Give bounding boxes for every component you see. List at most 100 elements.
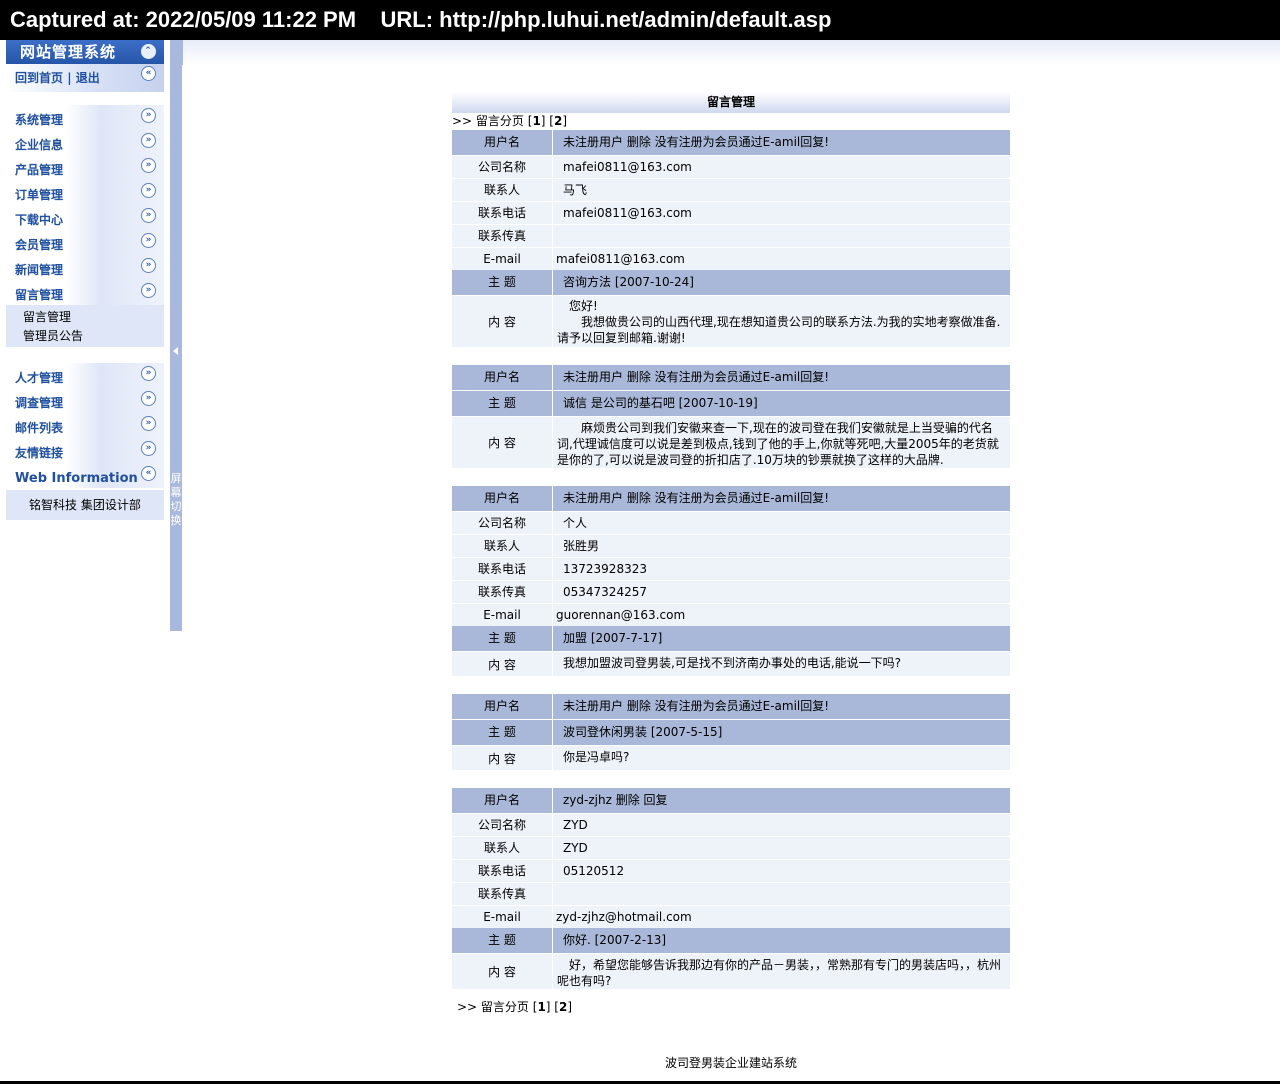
- phone-value: mafei0811@163.com: [552, 202, 1010, 224]
- table-row: 用户名 未注册用户 删除 没有注册为会员通过E-amil回复!: [452, 130, 1010, 155]
- email-value[interactable]: guorennan@163.com: [552, 604, 1010, 626]
- message-block: 用户名 未注册用户 删除 没有注册为会员通过E-amil回复! 公司名称 个人 联系…: [452, 486, 1010, 676]
- sidebar-item-messages[interactable]: 留言管理 »: [6, 280, 164, 305]
- content-label: 内 容: [488, 315, 516, 329]
- user-actions[interactable]: zyd-zjhz 删除 回复: [552, 788, 1010, 813]
- double-chevron-down-icon[interactable]: »: [141, 416, 156, 431]
- sidebar-item-talent[interactable]: 人才管理 »: [6, 363, 164, 388]
- double-chevron-left-icon[interactable]: «: [141, 66, 156, 81]
- content-label: 内 容: [488, 657, 516, 672]
- top-banner: [182, 40, 1280, 65]
- sidebar-item-friend-links[interactable]: 友情链接 »: [6, 438, 164, 463]
- double-chevron-up-icon[interactable]: «: [141, 466, 156, 481]
- table-row: 主 题 波司登休闲男装 [2007-5-15]: [452, 719, 1010, 745]
- sidebar-item-downloads[interactable]: 下载中心 »: [6, 205, 164, 230]
- double-chevron-down-icon[interactable]: »: [141, 233, 156, 248]
- double-chevron-down-icon[interactable]: »: [141, 441, 156, 456]
- sidebar-item-mail-list[interactable]: 邮件列表 »: [6, 413, 164, 438]
- system-title: 网站管理系统: [20, 43, 117, 61]
- double-chevron-down-icon[interactable]: »: [141, 208, 156, 223]
- contact-label: 联系人: [483, 539, 520, 553]
- web-information-panel: 铭智科技 集团设计部: [6, 490, 164, 520]
- double-chevron-down-icon[interactable]: »: [141, 391, 156, 406]
- fax-label: 联系传真: [477, 585, 526, 599]
- content-value: 您好! 我想做贵公司的山西代理,现在想知道贵公司的联系方法.为我的实地考察做准备…: [552, 296, 1010, 347]
- table-row: E-mail mafei0811@163.com: [452, 247, 1010, 270]
- screen-toggle-splitter[interactable]: 屏幕切换: [170, 40, 182, 631]
- double-chevron-down-icon[interactable]: »: [141, 158, 156, 173]
- fax-value: 05347324257: [552, 581, 1010, 603]
- double-chevron-down-icon[interactable]: »: [141, 183, 156, 198]
- company-label: 公司名称: [477, 160, 526, 174]
- fax-label: 联系传真: [477, 887, 526, 901]
- double-chevron-down-icon[interactable]: »: [141, 108, 156, 123]
- table-row: 用户名 未注册用户 删除 没有注册为会员通过E-amil回复!: [452, 694, 1010, 719]
- sidebar-item-orders[interactable]: 订单管理 »: [6, 180, 164, 205]
- subject-label: 主 题: [488, 631, 516, 645]
- screen-toggle-label: 屏幕切换: [170, 472, 182, 527]
- subject-value: 你好. [2007-2-13]: [552, 928, 1010, 953]
- sidebar-item-news[interactable]: 新闻管理 »: [6, 255, 164, 280]
- collapse-all-icon[interactable]: ⌃: [141, 44, 156, 59]
- table-row: 联系人 马飞: [452, 178, 1010, 201]
- table-row: 用户名 zyd-zjhz 删除 回复: [452, 788, 1010, 813]
- sidebar-item-products[interactable]: 产品管理 »: [6, 155, 164, 180]
- sidebar-header: 网站管理系统 ⌃: [6, 40, 164, 64]
- sidebar-quick-links: 回到首页 | 退出 «: [6, 64, 164, 92]
- phone-label: 联系电话: [477, 562, 526, 576]
- table-row: 公司名称 个人: [452, 511, 1010, 534]
- company-value: 个人: [552, 512, 1010, 534]
- user-actions[interactable]: 未注册用户 删除 没有注册为会员通过E-amil回复!: [552, 694, 1010, 719]
- sidebar-item-label: 企业信息: [15, 138, 64, 152]
- page-link[interactable]: 2: [559, 1000, 567, 1014]
- sidebar-item-label: Web Information: [15, 471, 138, 486]
- email-value[interactable]: zyd-zjhz@hotmail.com: [552, 906, 1010, 928]
- table-row: 联系传真 05347324257: [452, 580, 1010, 603]
- user-actions[interactable]: 未注册用户 删除 没有注册为会员通过E-amil回复!: [552, 486, 1010, 511]
- email-value[interactable]: mafei0811@163.com: [552, 248, 1010, 270]
- contact-value: 马飞: [552, 179, 1010, 201]
- page-link[interactable]: 1: [537, 1000, 545, 1014]
- top-pager: >> 留言分页 [1] [2]: [452, 114, 568, 128]
- menu-group-2: 人才管理 » 调查管理 » 邮件列表 » 友情链接 » Web Information «: [6, 363, 164, 488]
- sidebar-item-company-info[interactable]: 企业信息 »: [6, 130, 164, 155]
- contact-value: ZYD: [552, 837, 1010, 859]
- content-value: 麻烦贵公司到我们安徽来查一下,现在的波司登在我们安徽就是上当受骗的代名词,代理诚…: [552, 417, 1010, 468]
- table-row: E-mail guorennan@163.com: [452, 603, 1010, 626]
- double-chevron-down-icon[interactable]: »: [141, 366, 156, 381]
- sidebar-item-survey[interactable]: 调查管理 »: [6, 388, 164, 413]
- sidebar-item-label: 新闻管理: [15, 263, 64, 277]
- table-row: 联系电话 mafei0811@163.com: [452, 201, 1010, 224]
- home-link[interactable]: 回到首页: [15, 71, 63, 85]
- capture-info-bar: Captured at: 2022/05/09 11:22 PM URL: ht…: [0, 0, 1280, 40]
- table-row: 主 题 加盟 [2007-7-17]: [452, 626, 1010, 651]
- messages-submenu: 留言管理 管理员公告: [6, 305, 164, 347]
- content-value: 你是冯卓吗?: [552, 746, 1010, 770]
- user-actions[interactable]: 未注册用户 删除 没有注册为会员通过E-amil回复!: [552, 130, 1010, 155]
- double-chevron-down-icon[interactable]: »: [141, 283, 156, 298]
- logout-link[interactable]: 退出: [76, 71, 100, 85]
- table-row: 联系传真: [452, 224, 1010, 247]
- table-row: 内 容 麻烦贵公司到我们安徽来查一下,现在的波司登在我们安徽就是上当受骗的代名词…: [452, 416, 1010, 468]
- message-block: 用户名 zyd-zjhz 删除 回复 公司名称 ZYD 联系人 ZYD 联系电话 051…: [452, 788, 1010, 989]
- submenu-item-message-management[interactable]: 留言管理: [23, 308, 164, 327]
- table-row: 主 题 咨询方法 [2007-10-24]: [452, 270, 1010, 295]
- sidebar-item-label: 留言管理: [15, 288, 64, 302]
- triangle-left-icon[interactable]: [173, 347, 178, 355]
- sidebar-item-members[interactable]: 会员管理 »: [6, 230, 164, 255]
- submenu-item-admin-notice[interactable]: 管理员公告: [23, 327, 164, 346]
- sidebar-item-label: 人才管理: [15, 371, 64, 385]
- username-label: 用户名: [483, 370, 520, 384]
- subject-value: 咨询方法 [2007-10-24]: [552, 270, 1010, 295]
- sidebar-item-system[interactable]: 系统管理 »: [6, 105, 164, 130]
- fax-value: [552, 225, 1010, 247]
- page-link[interactable]: 1: [532, 114, 540, 128]
- page-link[interactable]: 2: [554, 114, 562, 128]
- double-chevron-down-icon[interactable]: »: [141, 133, 156, 148]
- double-chevron-down-icon[interactable]: »: [141, 258, 156, 273]
- sidebar-item-label: 下载中心: [15, 213, 64, 227]
- link-separator: |: [63, 71, 76, 85]
- user-actions[interactable]: 未注册用户 删除 没有注册为会员通过E-amil回复!: [552, 365, 1010, 390]
- subject-label: 主 题: [488, 396, 516, 410]
- sidebar-item-web-information[interactable]: Web Information «: [6, 463, 164, 488]
